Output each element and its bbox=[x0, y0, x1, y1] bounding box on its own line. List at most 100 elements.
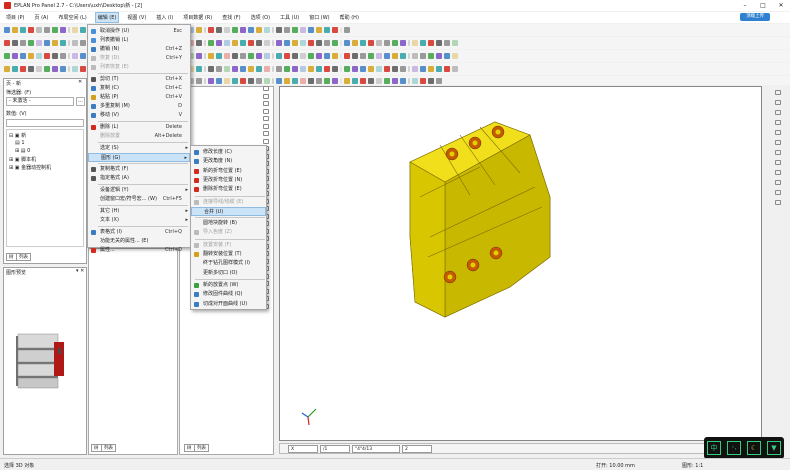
toolbar-icon[interactable] bbox=[52, 40, 58, 46]
menu-layout-space[interactable]: 布局空间 (L) bbox=[56, 13, 88, 22]
toolbar-icon[interactable] bbox=[368, 66, 374, 72]
graphics-submenu-item[interactable]: 圆地块旋转 (B) bbox=[191, 219, 266, 228]
toolbar-icon[interactable] bbox=[300, 66, 306, 72]
tool-icon[interactable] bbox=[775, 120, 781, 125]
toolbar-icon[interactable] bbox=[224, 66, 230, 72]
menu-window[interactable]: 窗口 (W) bbox=[307, 13, 331, 22]
toolbar-icon[interactable] bbox=[224, 53, 230, 59]
edit-menu-item[interactable]: 其它 (H) ▸ bbox=[88, 207, 190, 216]
toolbar-icon[interactable] bbox=[4, 27, 10, 33]
menu-help[interactable]: 帮助 (H) bbox=[338, 13, 361, 22]
moon-icon[interactable]: ☾ bbox=[747, 441, 761, 455]
toolbar-icon[interactable] bbox=[360, 40, 366, 46]
toolbar-icon[interactable] bbox=[36, 40, 42, 46]
toolbar-icon[interactable] bbox=[20, 27, 26, 33]
toolbar-icon[interactable] bbox=[256, 77, 262, 84]
toolbar-icon[interactable] bbox=[308, 77, 314, 84]
toolbar-icon[interactable] bbox=[420, 40, 426, 46]
toolbar-icon[interactable] bbox=[392, 77, 398, 84]
toolbar-icon[interactable] bbox=[232, 40, 238, 46]
tool-icon[interactable] bbox=[775, 190, 781, 195]
toolbar-icon[interactable] bbox=[316, 27, 322, 33]
toolbar-icon[interactable] bbox=[292, 66, 298, 72]
tool-icon[interactable] bbox=[263, 138, 269, 144]
toolbar-icon[interactable] bbox=[316, 53, 322, 59]
toolbar-icon[interactable] bbox=[420, 77, 426, 84]
graphics-submenu-item[interactable]: 更新多切口 (O) bbox=[191, 269, 266, 278]
edit-menu-item[interactable]: 属性... Ctrl+D bbox=[88, 246, 190, 255]
edit-menu-item[interactable]: 撤销 (N) Ctrl+Z bbox=[88, 45, 190, 54]
toolbar-icon[interactable] bbox=[232, 77, 238, 84]
tool-icon[interactable] bbox=[263, 93, 269, 99]
toolbar-icon[interactable] bbox=[28, 53, 34, 59]
toolbar-icon[interactable] bbox=[60, 40, 66, 46]
toolbar-icon[interactable] bbox=[216, 53, 222, 59]
toolbar-icon[interactable] bbox=[412, 40, 418, 46]
toolbar-icon[interactable] bbox=[412, 66, 418, 72]
toolbar-icon[interactable] bbox=[300, 27, 306, 33]
toolbar-icon[interactable] bbox=[256, 53, 262, 59]
menu-edit[interactable]: 编辑 (E) bbox=[94, 12, 120, 23]
toolbar-icon[interactable] bbox=[400, 66, 406, 72]
toolbar-icon[interactable] bbox=[308, 40, 314, 46]
toolbar-icon[interactable] bbox=[72, 53, 78, 59]
toolbar-icon[interactable] bbox=[360, 53, 366, 59]
toolbar-icon[interactable] bbox=[28, 40, 34, 46]
toolbar-icon[interactable] bbox=[428, 53, 434, 59]
toolbar-icon[interactable] bbox=[36, 66, 42, 72]
toolbar-icon[interactable] bbox=[52, 66, 58, 72]
close-icon[interactable]: ✕ bbox=[78, 79, 82, 85]
tool-icon[interactable] bbox=[775, 90, 781, 95]
toolbar-icon[interactable] bbox=[368, 40, 374, 46]
edit-menu-item[interactable]: 选定 (S) ▸ bbox=[88, 144, 190, 153]
toolbar-icon[interactable] bbox=[20, 40, 26, 46]
toolbar-icon[interactable] bbox=[452, 53, 458, 59]
toolbar-icon[interactable] bbox=[240, 40, 246, 46]
filter-more-button[interactable]: … bbox=[76, 97, 85, 106]
tool-icon[interactable] bbox=[775, 130, 781, 135]
toolbar-icon[interactable] bbox=[292, 27, 298, 33]
toolbar-icon[interactable] bbox=[208, 40, 214, 46]
toolbar-icon[interactable] bbox=[248, 27, 254, 33]
toolbar-icon[interactable] bbox=[52, 53, 58, 59]
toolbar-icon[interactable] bbox=[344, 53, 350, 59]
toolbar-icon[interactable] bbox=[240, 66, 246, 72]
toolbar-icon[interactable] bbox=[324, 66, 330, 72]
toolbar-icon[interactable] bbox=[12, 66, 18, 72]
tool-icon[interactable] bbox=[263, 86, 269, 91]
toolbar-icon[interactable] bbox=[80, 66, 86, 72]
toolbar-icon[interactable] bbox=[332, 40, 338, 46]
toolbar-icon[interactable] bbox=[344, 40, 350, 46]
toolbar-icon[interactable] bbox=[44, 27, 50, 33]
toolbar-icon[interactable] bbox=[36, 27, 42, 33]
toolbar-icon[interactable] bbox=[80, 53, 86, 59]
edit-menu-item[interactable]: 取消操作 (U) Esc bbox=[88, 27, 190, 36]
search-input[interactable] bbox=[6, 119, 84, 127]
toolbar-icon[interactable] bbox=[428, 66, 434, 72]
toolbar-icon[interactable] bbox=[72, 27, 78, 33]
mid-tab-tree[interactable]: 树 bbox=[91, 444, 102, 452]
toolbar-icon[interactable] bbox=[332, 66, 338, 72]
toolbar-icon[interactable] bbox=[284, 53, 290, 59]
menu-insert[interactable]: 插入 (I) bbox=[154, 13, 175, 22]
filter-select[interactable]: - 未激活 - bbox=[6, 97, 74, 106]
toolbar-icon[interactable] bbox=[196, 77, 202, 84]
maximize-button[interactable]: □ bbox=[756, 1, 770, 10]
toolbar-icon[interactable] bbox=[392, 53, 398, 59]
toolbar-icon[interactable] bbox=[420, 66, 426, 72]
graphics-submenu-item[interactable]: 终于钻孔图样模式 (I) bbox=[191, 259, 266, 268]
toolbar-icon[interactable] bbox=[264, 27, 270, 33]
edit-menu-item[interactable]: 复制 (C) Ctrl+C bbox=[88, 84, 190, 93]
toolbar-icon[interactable] bbox=[376, 40, 382, 46]
toolbar-icon[interactable] bbox=[20, 66, 26, 72]
tool-icon[interactable] bbox=[775, 180, 781, 185]
tab-list[interactable]: 列表 bbox=[16, 253, 31, 261]
edit-menu-item[interactable]: 剪切 (T) Ctrl+X bbox=[88, 75, 190, 84]
toolbar-icon[interactable] bbox=[196, 53, 202, 59]
toolbar-icon[interactable] bbox=[436, 66, 442, 72]
toolbar-icon[interactable] bbox=[300, 40, 306, 46]
toolbar-icon[interactable] bbox=[436, 40, 442, 46]
toolbar-icon[interactable] bbox=[344, 77, 350, 84]
toolbar-icon[interactable] bbox=[264, 40, 270, 46]
menu-find[interactable]: 查找 (F) bbox=[220, 13, 242, 22]
